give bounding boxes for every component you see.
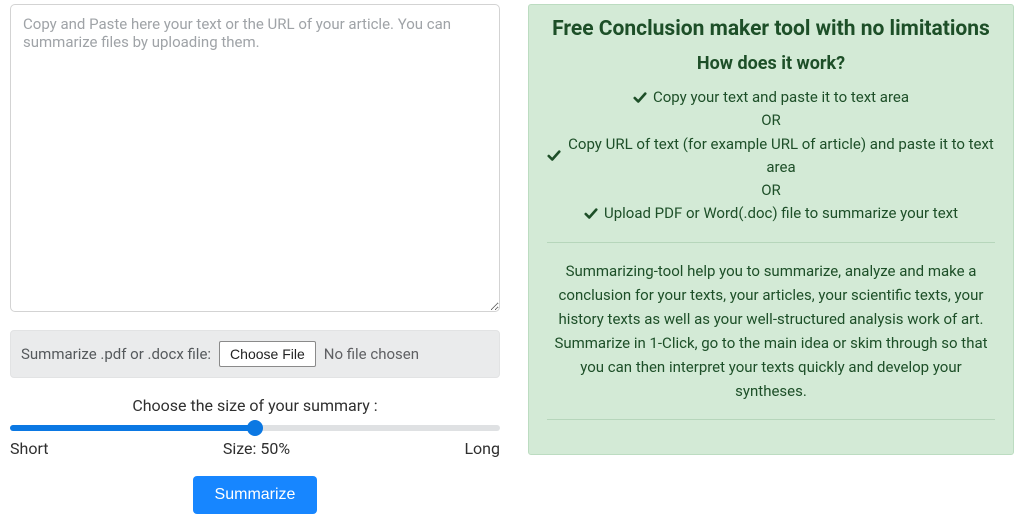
step-2-text: Copy URL of text (for example URL of art… <box>567 133 995 180</box>
info-subtitle: How does it work? <box>547 53 995 74</box>
divider <box>547 242 995 243</box>
input-panel: Summarize .pdf or .docx file: Choose Fil… <box>10 4 500 514</box>
or-2: OR <box>547 179 995 202</box>
step-1-text: Copy your text and paste it to text area <box>653 86 909 109</box>
info-title: Free Conclusion maker tool with no limit… <box>547 17 995 41</box>
info-panel: Free Conclusion maker tool with no limit… <box>528 4 1014 455</box>
slider-size-label: Size: 50% <box>48 439 464 458</box>
step-3: Upload PDF or Word(.doc) file to summari… <box>547 202 995 225</box>
slider-fill <box>10 425 255 431</box>
divider <box>547 419 995 420</box>
summarize-button[interactable]: Summarize <box>193 476 318 514</box>
no-file-label: No file chosen <box>324 345 419 363</box>
upload-label: Summarize .pdf or .docx file: <box>21 345 211 363</box>
text-input[interactable] <box>10 4 500 312</box>
step-3-text: Upload PDF or Word(.doc) file to summari… <box>604 202 958 225</box>
upload-bar: Summarize .pdf or .docx file: Choose Fil… <box>10 330 500 378</box>
check-icon <box>584 207 598 221</box>
slider-short-label: Short <box>10 439 48 458</box>
or-1: OR <box>547 109 995 132</box>
step-2: Copy URL of text (for example URL of art… <box>547 133 995 180</box>
slider-thumb[interactable] <box>247 420 263 436</box>
slider-labels: Short Size: 50% Long <box>10 439 500 458</box>
check-icon <box>633 91 647 105</box>
check-icon <box>547 149 561 163</box>
slider-track[interactable] <box>10 425 500 431</box>
size-slider[interactable]: Short Size: 50% Long <box>10 425 500 458</box>
info-description: Summarizing-tool help you to summarize, … <box>547 259 995 403</box>
choose-file-button[interactable]: Choose File <box>219 341 316 367</box>
size-caption: Choose the size of your summary : <box>10 396 500 415</box>
step-1: Copy your text and paste it to text area <box>547 86 995 109</box>
slider-long-label: Long <box>464 439 500 458</box>
